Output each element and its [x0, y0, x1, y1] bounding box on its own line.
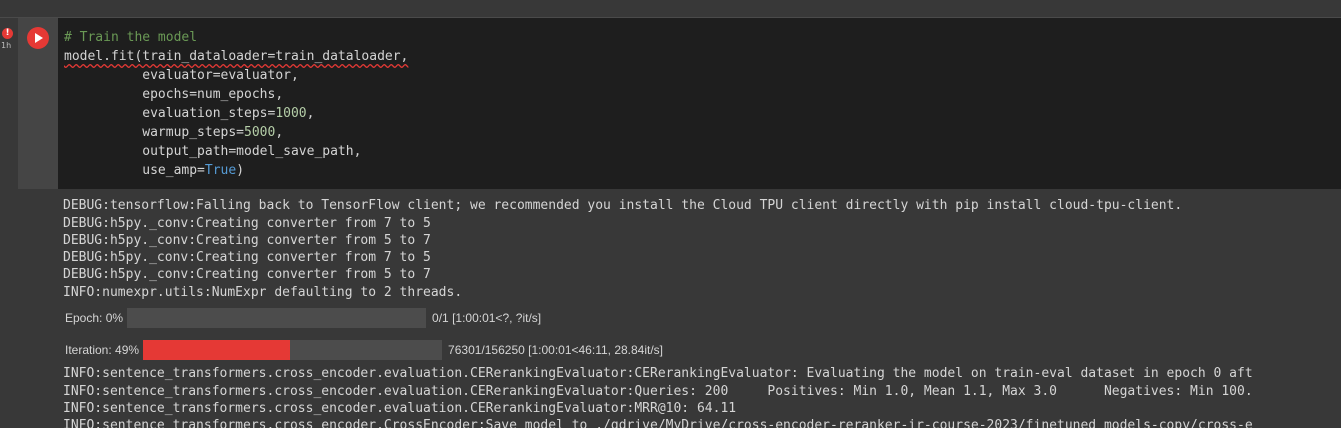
- code-line-6: output_path=model_save_path,: [64, 144, 362, 159]
- iteration-progress-track: [143, 340, 443, 360]
- epoch-progress: Epoch: 0% 0/1 [1:00:01<?, ?it/s]: [65, 308, 541, 328]
- execution-time-label: 1h: [1, 41, 12, 50]
- code-line-5-value: 5000: [244, 125, 276, 140]
- epoch-progress-label: Epoch: 0%: [65, 311, 124, 325]
- code-editor[interactable]: # Train the model model.fit(train_datalo…: [58, 18, 1341, 189]
- code-line-4-end: ,: [306, 106, 315, 121]
- code-line-4-value: 1000: [275, 106, 307, 121]
- code-line-5-key: warmup_steps=: [64, 125, 245, 140]
- log-line: DEBUG:h5py._conv:Creating converter from…: [63, 233, 431, 248]
- code-comment: # Train the model: [64, 30, 198, 45]
- run-cell-button[interactable]: [27, 27, 49, 49]
- log-line: DEBUG:tensorflow:Falling back to TensorF…: [63, 198, 1183, 213]
- iteration-progress-status: 76301/156250 [1:00:01<46:11, 28.84it/s]: [448, 343, 664, 357]
- code-line-2: evaluator=evaluator,: [64, 68, 299, 83]
- iteration-progress-label: Iteration: 49%: [65, 343, 140, 357]
- code-line-1: model.fit(train_dataloader=train_dataloa…: [64, 49, 409, 64]
- log-line: INFO:numexpr.utils:NumExpr defaulting to…: [63, 285, 463, 300]
- log-line: INFO:sentence_transformers.cross_encoder…: [63, 366, 1253, 381]
- code-line-7-end: ): [236, 163, 245, 178]
- code-line-4-key: evaluation_steps=: [64, 106, 276, 121]
- code-line-7-value: True: [204, 163, 237, 178]
- iteration-progress: Iteration: 49% 76301/156250 [1:00:01<46:…: [65, 340, 663, 360]
- code-line-3: epochs=num_epochs,: [64, 87, 284, 102]
- log-line: INFO:sentence_transformers.cross_encoder…: [63, 401, 737, 416]
- code-line-5-end: ,: [275, 125, 284, 140]
- code-line-7-key: use_amp=: [64, 163, 205, 178]
- log-line: DEBUG:h5py._conv:Creating converter from…: [63, 267, 431, 282]
- notebook-toolbar-strip: [0, 0, 1341, 18]
- epoch-progress-track: [127, 308, 427, 328]
- cell-gutter: [0, 18, 18, 428]
- epoch-progress-status: 0/1 [1:00:01<?, ?it/s]: [432, 311, 542, 325]
- iteration-progress-fill: [143, 340, 290, 360]
- log-line: DEBUG:h5py._conv:Creating converter from…: [63, 250, 431, 265]
- log-line: INFO:sentence_transformers.cross_encoder…: [63, 384, 1253, 399]
- log-line: INFO:sentence_transformers.cross_encoder…: [63, 418, 1253, 428]
- error-alert-icon[interactable]: !: [2, 28, 13, 39]
- code-content[interactable]: # Train the model model.fit(train_datalo…: [64, 28, 408, 180]
- cell-output[interactable]: DEBUG:tensorflow:Falling back to TensorF…: [58, 189, 1341, 428]
- log-line: DEBUG:h5py._conv:Creating converter from…: [63, 216, 431, 231]
